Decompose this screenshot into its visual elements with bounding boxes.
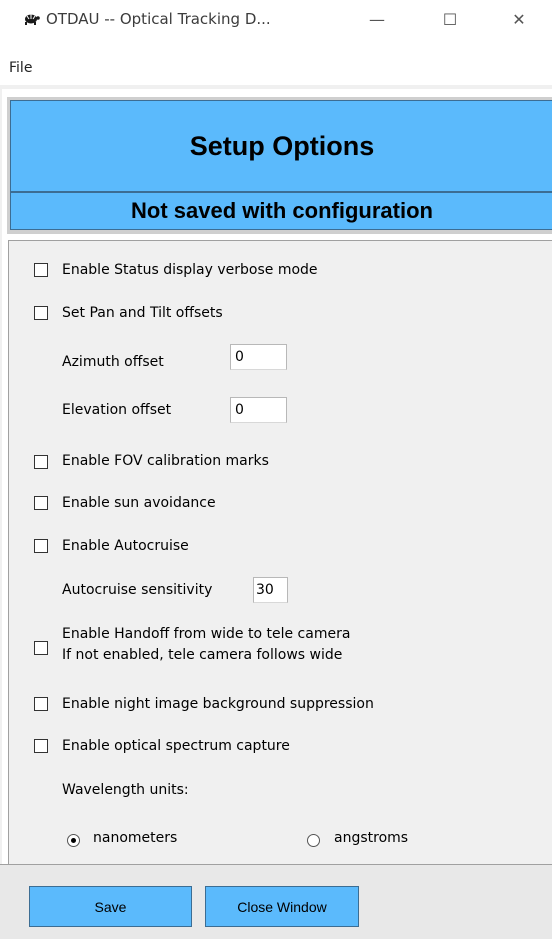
pan-tilt-checkbox[interactable]: [34, 306, 48, 320]
menu-file[interactable]: File: [9, 60, 32, 76]
spectrum-capture-checkbox[interactable]: [34, 739, 48, 753]
night-suppression-label: Enable night image background suppressio…: [62, 696, 374, 712]
handoff-label-line1: Enable Handoff from wide to tele camera: [62, 626, 351, 642]
elevation-offset-label: Elevation offset: [62, 402, 172, 418]
close-window-button[interactable]: Close Window: [205, 886, 359, 927]
status-verbose-checkbox[interactable]: [34, 263, 48, 277]
night-suppression-checkbox[interactable]: [34, 697, 48, 711]
azimuth-offset-label: Azimuth offset: [62, 354, 164, 370]
angstroms-label: angstroms: [334, 830, 409, 846]
save-button[interactable]: Save: [29, 886, 192, 927]
nanometers-label: nanometers: [93, 830, 178, 846]
minimize-button[interactable]: —: [354, 0, 400, 38]
page-subtitle: Not saved with configuration: [10, 192, 552, 230]
autocruise-label: Enable Autocruise: [62, 538, 189, 554]
sun-avoidance-checkbox[interactable]: [34, 496, 48, 510]
elevation-offset-input[interactable]: [230, 397, 287, 423]
wavelength-units-label: Wavelength units:: [62, 782, 189, 798]
spectrum-capture-label: Enable optical spectrum capture: [62, 738, 290, 754]
pan-tilt-label: Set Pan and Tilt offsets: [62, 305, 223, 321]
window-title: OTDAU -- Optical Tracking D...: [46, 10, 271, 28]
autocruise-sensitivity-label: Autocruise sensitivity: [62, 582, 213, 598]
radio-selected-dot: [71, 838, 76, 843]
sun-avoidance-label: Enable sun avoidance: [62, 495, 216, 511]
nanometers-radio[interactable]: [67, 834, 80, 847]
window-frame-left: [0, 85, 2, 938]
azimuth-offset-input[interactable]: [230, 344, 287, 370]
page-title: Setup Options: [10, 100, 552, 192]
close-button[interactable]: ✕: [496, 0, 542, 38]
angstroms-radio[interactable]: [307, 834, 320, 847]
status-verbose-label: Enable Status display verbose mode: [62, 262, 318, 278]
handoff-checkbox[interactable]: [34, 641, 48, 655]
autocruise-sensitivity-input[interactable]: [253, 577, 288, 603]
autocruise-checkbox[interactable]: [34, 539, 48, 553]
menu-bar: File: [0, 56, 552, 80]
fov-marks-label: Enable FOV calibration marks: [62, 453, 269, 469]
title-bar[interactable]: OTDAU -- Optical Tracking D... — ☐ ✕: [0, 0, 552, 38]
maximize-button[interactable]: ☐: [427, 0, 473, 38]
window-frame-top: [0, 85, 552, 89]
turtle-app-icon: [23, 13, 40, 25]
fov-marks-checkbox[interactable]: [34, 455, 48, 469]
handoff-label-line2: If not enabled, tele camera follows wide: [62, 647, 343, 663]
